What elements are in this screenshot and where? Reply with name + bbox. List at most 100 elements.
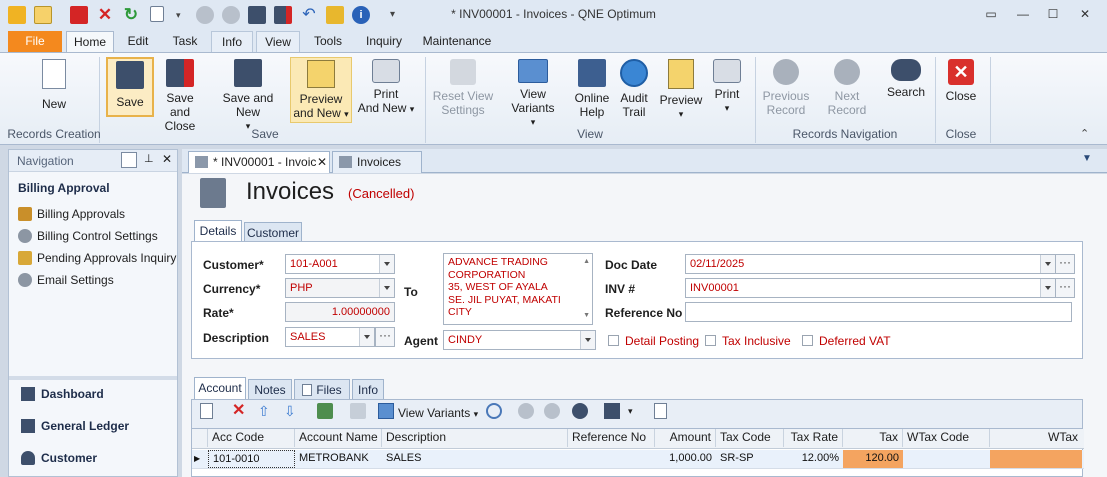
next-record-button[interactable]: Next Record <box>814 57 880 127</box>
reset-view-settings-button[interactable]: Reset View Settings <box>432 57 494 127</box>
detail-posting-checkbox[interactable]: Detail Posting <box>608 334 699 348</box>
save-and-new-button[interactable]: Save and New ▾ <box>212 57 284 131</box>
tab-view[interactable]: View <box>256 31 300 52</box>
chevron-down-icon[interactable]: ▾ <box>628 406 633 417</box>
column-header[interactable]: Account Name <box>295 429 382 447</box>
panel-icon[interactable] <box>121 152 137 168</box>
chevron-down-icon[interactable] <box>379 255 394 273</box>
export-icon[interactable] <box>317 403 333 419</box>
close-window-button[interactable]: ✕ <box>1074 6 1096 22</box>
maximize-button[interactable]: ☐ <box>1042 6 1064 22</box>
nav-item-pending-approvals-inquiry[interactable]: Pending Approvals Inquiry <box>18 251 176 265</box>
tab-customer[interactable]: Customer <box>244 222 302 242</box>
save-and-close-button[interactable]: Save and Close <box>156 57 204 133</box>
chevron-down-icon[interactable] <box>379 279 394 297</box>
description-lookup-button[interactable]: ··· <box>375 327 395 347</box>
deferred-vat-checkbox[interactable]: Deferred VAT <box>802 334 891 348</box>
module-general-ledger[interactable]: General Ledger <box>21 419 129 433</box>
table-cell[interactable]: 120.00 <box>843 450 903 468</box>
tab-tools[interactable]: Tools <box>307 31 349 52</box>
tab-details[interactable]: Details <box>194 220 242 242</box>
table-cell[interactable]: 1,000.00 <box>655 450 716 468</box>
down-icon[interactable] <box>544 403 560 419</box>
agent-field[interactable]: CINDY <box>443 330 596 350</box>
tax-inclusive-checkbox[interactable]: Tax Inclusive <box>705 334 791 348</box>
save-layout-icon[interactable] <box>604 403 620 419</box>
tab-maintenance[interactable]: Maintenance <box>420 31 494 52</box>
splitter[interactable] <box>9 376 177 380</box>
table-cell[interactable] <box>990 450 1082 468</box>
tab-info[interactable]: Info <box>352 379 384 399</box>
chevron-down-icon[interactable] <box>359 328 374 346</box>
tab-account[interactable]: Account <box>194 377 246 399</box>
column-header[interactable]: Tax <box>843 429 903 447</box>
inv-number-field[interactable]: INV00001 <box>685 278 1056 298</box>
table-cell[interactable]: 101-0010 <box>208 450 295 468</box>
column-header[interactable]: Tax Rate <box>784 429 843 447</box>
up-icon[interactable] <box>518 403 534 419</box>
to-address-field[interactable]: ADVANCE TRADING CORPORATION 35, WEST OF … <box>443 253 593 325</box>
tab-notes[interactable]: Notes <box>248 379 292 399</box>
table-cell[interactable]: METROBANK <box>295 450 382 468</box>
doc-date-lookup-button[interactable]: ··· <box>1055 254 1075 274</box>
currency-field[interactable]: PHP <box>285 278 395 298</box>
column-header[interactable]: Tax Code <box>716 429 784 447</box>
tab-info[interactable]: Info <box>211 31 253 52</box>
layout-icon[interactable] <box>350 403 366 419</box>
column-header[interactable]: Amount <box>655 429 716 447</box>
table-row[interactable]: ▶ 101-0010 METROBANK SALES 1,000.00 SR-S… <box>192 450 1084 469</box>
new-button[interactable]: New <box>28 57 80 127</box>
table-cell[interactable]: SALES <box>382 450 568 468</box>
search-button[interactable]: Search <box>884 57 928 127</box>
table-cell[interactable]: 12.00% <box>784 450 843 468</box>
save-button[interactable]: Save <box>106 57 154 117</box>
pin-icon[interactable]: ⊥ <box>144 152 154 165</box>
online-help-button[interactable]: Online Help <box>572 57 612 127</box>
column-header[interactable]: WTax <box>990 429 1082 447</box>
module-customer[interactable]: Customer <box>21 451 97 465</box>
tab-file[interactable]: File <box>8 31 62 52</box>
column-header[interactable]: Description <box>382 429 568 447</box>
reference-field[interactable] <box>685 302 1072 322</box>
tab-home[interactable]: Home <box>66 31 114 52</box>
tabs-dropdown-icon[interactable]: ▼ <box>1082 153 1092 164</box>
customer-field[interactable]: 101-A001 <box>285 254 395 274</box>
move-up-icon[interactable]: ⇧ <box>258 403 274 419</box>
audit-trail-button[interactable]: Audit Trail <box>616 57 652 127</box>
column-header[interactable]: Acc Code <box>208 429 295 447</box>
doc-date-field[interactable]: 02/11/2025 <box>685 254 1056 274</box>
previous-record-button[interactable]: Previous Record <box>760 57 812 127</box>
tab-task[interactable]: Task <box>164 31 206 52</box>
close-icon[interactable]: ✕ <box>162 152 172 166</box>
print-and-new-button[interactable]: Print And New ▾ <box>356 57 416 127</box>
table-cell[interactable] <box>903 450 990 468</box>
nav-item-billing-control-settings[interactable]: Billing Control Settings <box>18 229 158 243</box>
column-header[interactable]: Reference No <box>568 429 655 447</box>
doc-tab-invoices[interactable]: Invoices <box>332 151 422 173</box>
restore-ribbon-icon[interactable]: ▭ <box>980 6 1002 22</box>
module-dashboard[interactable]: Dashboard <box>21 387 104 401</box>
inv-number-lookup-button[interactable]: ··· <box>1055 278 1075 298</box>
rate-field[interactable]: 1.00000000 <box>285 302 395 322</box>
view-variants-icon[interactable] <box>378 403 394 419</box>
view-variants-button[interactable]: View Variants ▾ <box>398 406 478 420</box>
description-field[interactable]: SALES <box>285 327 375 347</box>
preview-and-new-button[interactable]: Preview and New ▾ <box>290 57 352 123</box>
preview-button[interactable]: Preview ▾ <box>656 57 706 127</box>
search-icon[interactable] <box>654 403 667 419</box>
new-row-icon[interactable] <box>200 403 213 419</box>
scroll-up-icon[interactable]: ▲ <box>583 256 590 269</box>
table-cell[interactable] <box>568 450 655 468</box>
doc-tab-invoice-record[interactable]: * INV00001 - Invoic ✕ <box>188 151 330 173</box>
scroll-down-icon[interactable]: ▼ <box>583 310 590 323</box>
binoculars-icon[interactable] <box>572 403 588 419</box>
delete-icon[interactable]: ✕ <box>232 403 248 419</box>
collapse-ribbon-icon[interactable]: ⌃ <box>1080 127 1089 140</box>
close-tab-icon[interactable]: ✕ <box>317 152 327 172</box>
nav-item-email-settings[interactable]: Email Settings <box>18 273 114 287</box>
chevron-down-icon[interactable] <box>580 331 595 349</box>
tab-edit[interactable]: Edit <box>120 31 156 52</box>
refresh-icon[interactable] <box>486 403 502 419</box>
view-variants-button[interactable]: View Variants ▾ <box>498 57 568 127</box>
tab-files[interactable]: Files <box>294 379 350 399</box>
